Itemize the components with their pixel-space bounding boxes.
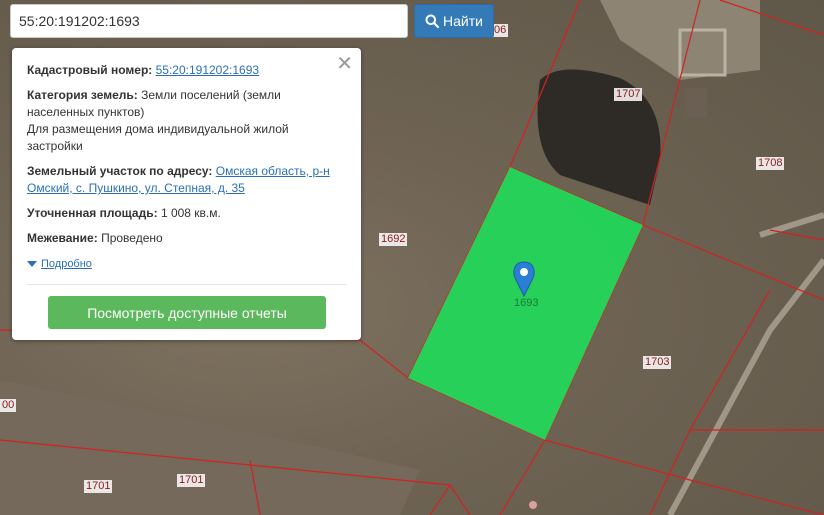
parcel-info-card: ✕ Кадастровый номер: 55:20:191202:1693 К… xyxy=(12,48,361,340)
parcel-label-1692: 1692 xyxy=(379,233,408,246)
area-row: Уточненная площадь: 1 008 кв.м. xyxy=(27,205,347,222)
details-link[interactable]: Подробно xyxy=(41,258,92,270)
survey-label: Межевание: xyxy=(27,231,98,245)
parcel-label-1707: 1707 xyxy=(614,88,643,101)
building xyxy=(685,88,707,118)
survey-value: Проведено xyxy=(101,231,163,245)
land-category-label: Категория земель: xyxy=(27,88,138,102)
search-input[interactable] xyxy=(10,4,408,38)
survey-row: Межевание: Проведено xyxy=(27,230,347,247)
land-category-row: Категория земель: Земли поселений (земли… xyxy=(27,87,347,155)
lower-field xyxy=(0,380,420,515)
parcel-label-1701: 1701 xyxy=(84,480,113,493)
address-row: Земельный участок по адресу: Омская обла… xyxy=(27,163,347,197)
parcel-label-1703: 1703 xyxy=(643,356,672,369)
caret-down-icon xyxy=(27,260,37,267)
parcel-label-1693: 1693 xyxy=(514,297,539,309)
search-button[interactable]: Найти xyxy=(414,4,494,38)
details-toggle[interactable]: Подробно xyxy=(27,255,347,273)
cadastral-number-link[interactable]: 55:20:191202:1693 xyxy=(156,63,259,77)
map-point xyxy=(529,501,537,509)
parcel-label-1706: 06 xyxy=(492,24,509,37)
close-icon[interactable]: ✕ xyxy=(336,54,353,74)
road xyxy=(667,212,824,515)
address-label: Земельный участок по адресу: xyxy=(27,164,213,178)
parcel-label-edge: 00 xyxy=(0,399,17,412)
search-icon xyxy=(425,14,440,28)
permitted-use: Для размещения дома индивидуальной жилой… xyxy=(27,122,289,153)
area-label: Уточненная площадь: xyxy=(27,206,158,220)
divider xyxy=(26,284,347,285)
view-reports-button[interactable]: Посмотреть доступные отчеты xyxy=(48,296,326,329)
parcel-label-1701-second: 1701 xyxy=(177,474,206,487)
cadastral-number-row: Кадастровый номер: 55:20:191202:1693 xyxy=(27,62,347,79)
parcel-label-1708: 1708 xyxy=(756,157,785,170)
search-button-label: Найти xyxy=(443,13,483,29)
area-value: 1 008 кв.м. xyxy=(160,206,221,220)
cadastral-number-label: Кадастровый номер: xyxy=(27,63,153,77)
